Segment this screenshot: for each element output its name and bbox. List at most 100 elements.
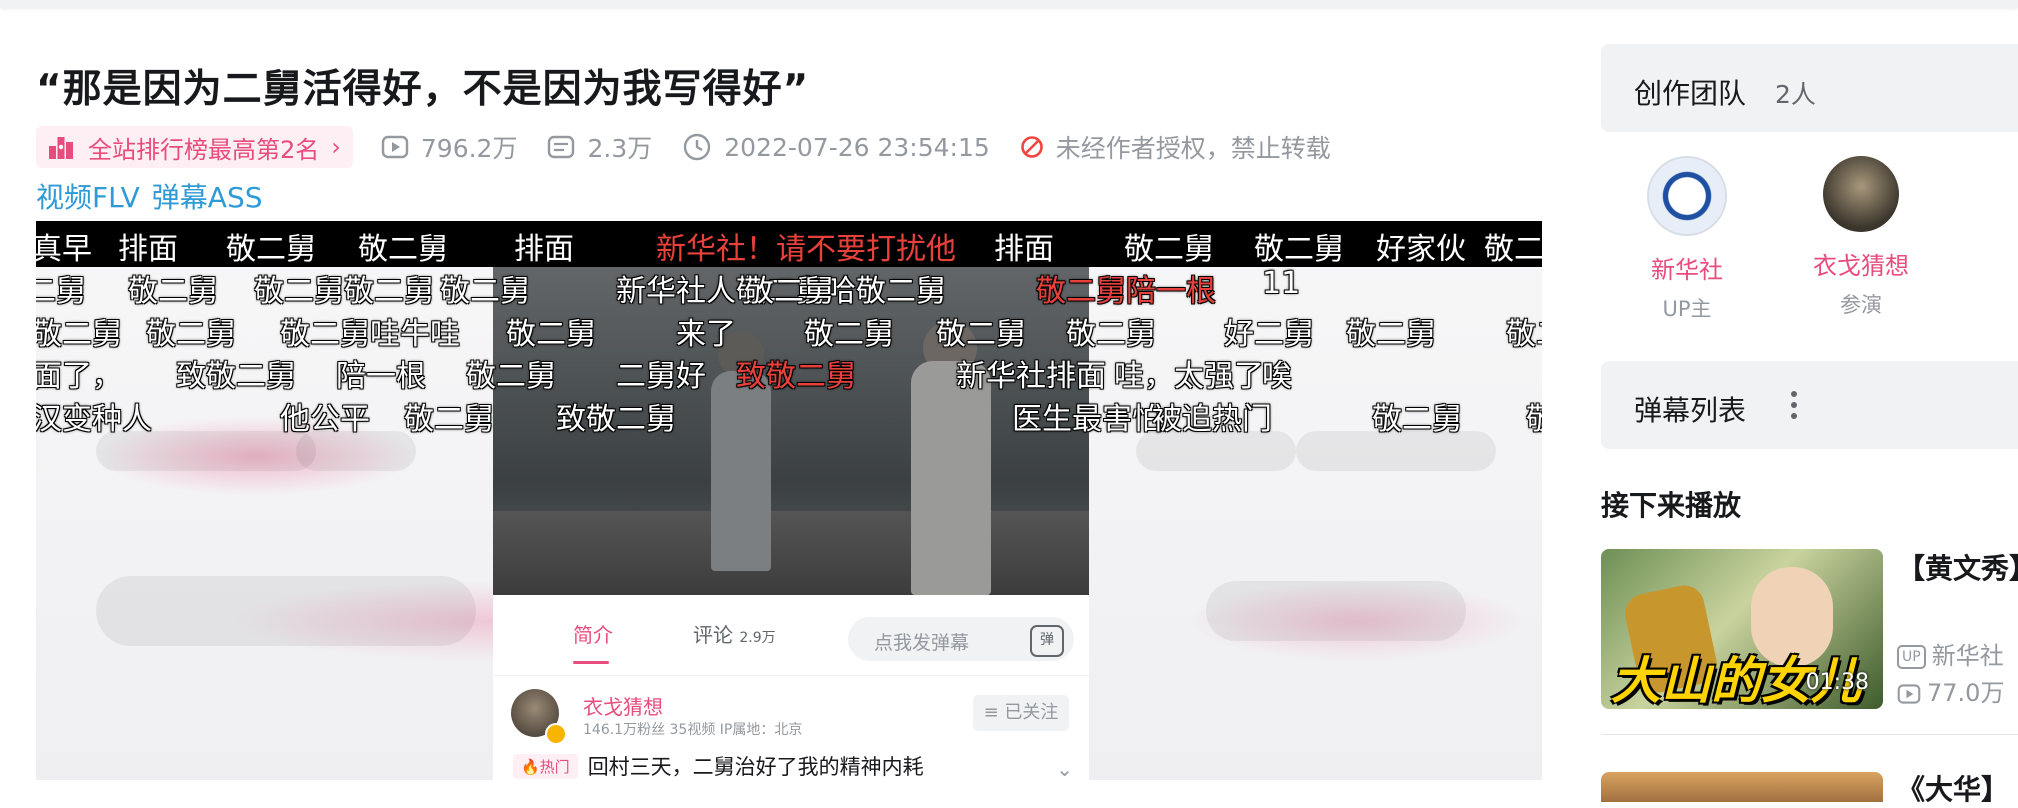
- danmaku-comment: 医生最害怕: [1012, 402, 1162, 437]
- danmaku-comment: 敬二舅: [1254, 232, 1344, 267]
- stone-steps: [493, 511, 1089, 595]
- danmaku-list-panel[interactable]: 弹幕列表: [1601, 361, 2018, 449]
- danmaku-comment: 致敬二舅: [176, 359, 296, 394]
- danmaku-comment: 敬二舅: [804, 317, 894, 352]
- author-row: 衣戈猜想 146.1万粉丝 35视频 IP属地：北京 ≡ 已关注: [493, 675, 1089, 751]
- video-title: “那是因为二舅活得好，不是因为我写得好”: [36, 67, 810, 112]
- danmaku-comment: 敬二舅: [226, 232, 316, 267]
- creator-team-panel: 创作团队 2人: [1601, 44, 2018, 132]
- danmaku-comment: 被追热门: [1152, 402, 1272, 437]
- danmaku-comment: 敬二舅: [404, 402, 494, 437]
- verified-badge-icon: [545, 723, 567, 745]
- clock-icon: [684, 133, 711, 161]
- danmaku-comment: 敬二舅: [466, 359, 556, 394]
- danmaku-input[interactable]: 点我发弹幕 弹: [848, 617, 1074, 661]
- danmaku-comment: 面了，: [36, 359, 122, 394]
- member-role: UP主: [1662, 297, 1712, 321]
- video-thumbnail[interactable]: 大山的女儿 01:38: [1601, 549, 1883, 709]
- blur-shape: [1206, 581, 1466, 641]
- person-figure: [711, 371, 771, 571]
- download-ass-link[interactable]: 弹幕ASS: [152, 181, 263, 214]
- next-video-title[interactable]: 【黄文秀】到底该有: [1897, 549, 2018, 589]
- danmaku-comment: 敬二舅: [1372, 402, 1462, 437]
- danmaku-toggle-icon[interactable]: 弹: [1030, 625, 1064, 657]
- tab-comments[interactable]: 评论 2.9万: [693, 619, 776, 648]
- danmaku-comment: 敬二舅: [506, 317, 596, 352]
- danmaku-comment: 敬二舅: [744, 274, 834, 309]
- more-options-icon[interactable]: [1791, 391, 1797, 424]
- creator-team-title: 创作团队: [1634, 77, 1747, 110]
- video-meta: 全站排行榜最高第2名 › 796.2万 2.3万 2022-07-26 23:5…: [36, 126, 1361, 168]
- danmaku-list-title: 弹幕列表: [1634, 394, 1747, 427]
- creator-team-count: 2人: [1775, 80, 1816, 109]
- next-video-title-2[interactable]: 《大华】: [1897, 768, 2009, 808]
- danmaku-comment: 致敬二舅: [736, 359, 856, 394]
- xinhua-logo-icon: [1647, 156, 1727, 236]
- danmaku-comment: 陪一根: [336, 359, 426, 394]
- next-video-card[interactable]: 大山的女儿 01:38 【黄文秀】到底该有 UP新华社 77.0万: [1601, 549, 2018, 709]
- member-name: 衣戈猜想: [1813, 252, 1909, 280]
- active-tab-indicator: [573, 661, 609, 664]
- danmaku-comment: 敬: [1526, 402, 1542, 437]
- danmaku-comment: 陪一根: [1126, 274, 1216, 309]
- play-count-icon: [381, 135, 409, 159]
- hot-tag: 🔥热门: [513, 753, 578, 779]
- danmaku-comment: 敬二舅: [358, 232, 448, 267]
- phone-video-title: 回村三天，二舅治好了我的精神内耗: [587, 755, 924, 779]
- danmaku-comment: 排面: [514, 232, 574, 267]
- hot-title-row: 🔥热门 回村三天，二舅治好了我的精神内耗 ⌄: [513, 751, 1073, 780]
- danmaku-comment: 敬二舅哇牛哇: [280, 317, 460, 352]
- danmaku-comment: 排面: [118, 232, 178, 267]
- ranking-icon: [49, 137, 73, 159]
- danmaku-comment: 好家伙: [1376, 232, 1466, 267]
- phone-tabs: 简介 评论 2.9万 点我发弹幕 弹: [493, 595, 1089, 676]
- team-member[interactable]: 衣戈猜想 参演: [1801, 156, 1921, 319]
- danmaku-comment: 他公平: [280, 402, 370, 437]
- person-figure: [911, 361, 991, 595]
- danmaku-comment: 汉变种人: [36, 402, 152, 437]
- top-nav-bar: [0, 0, 2018, 8]
- forbidden-icon: [1020, 136, 1043, 158]
- download-flv-link[interactable]: 视频FLV: [36, 181, 140, 214]
- danmaku-comment: 敬二: [1484, 232, 1542, 267]
- rank-badge[interactable]: 全站排行榜最高第2名 ›: [36, 126, 353, 168]
- danmaku-comment: 排面: [994, 232, 1054, 267]
- danmaku-comment: 唉: [1262, 359, 1292, 394]
- tab-intro[interactable]: 简介: [573, 619, 613, 648]
- danmaku-comment: 新华社排面: [956, 359, 1106, 394]
- danmaku-comment: 敬二舅: [1036, 274, 1126, 309]
- play-count-icon: [1897, 684, 1921, 704]
- danmaku-comment: 二舅: [36, 274, 86, 309]
- danmaku-comment: 哇，太强了: [1114, 359, 1264, 394]
- danmaku-icon: [548, 135, 575, 159]
- danmaku-comment: 敬二舅: [1066, 317, 1156, 352]
- member-role: 参演: [1840, 293, 1882, 317]
- danmaku-comment: 致敬二舅: [556, 402, 676, 437]
- danmaku-comment: 敬二舅: [1506, 317, 1542, 352]
- member-avatar: [1823, 156, 1899, 232]
- author-name[interactable]: 衣戈猜想: [583, 691, 663, 720]
- divider: [1601, 734, 2018, 735]
- danmaku-comment: 敬二舅: [36, 317, 122, 352]
- danmaku-comment: 来了: [676, 317, 736, 352]
- copyright-notice: 未经作者授权，禁止转载: [1020, 129, 1331, 165]
- chevron-right-icon: ›: [331, 133, 341, 161]
- view-count: 796.2万: [381, 129, 517, 165]
- danmaku-comment: 敬二舅敬二舅: [254, 274, 434, 309]
- next-video-thumbnail-2[interactable]: [1601, 772, 1883, 802]
- danmaku-comment: 敬二舅: [128, 274, 218, 309]
- danmaku-comment: 敬二舅: [1124, 232, 1214, 267]
- danmaku-count: 2.3万: [547, 129, 652, 165]
- danmaku-comment: 二舅好: [616, 359, 706, 394]
- next-video-up[interactable]: UP 新华社: [1897, 636, 2004, 671]
- danmaku-comment: 敬二舅: [146, 317, 236, 352]
- follow-button[interactable]: ≡ 已关注: [973, 695, 1069, 731]
- team-member[interactable]: 新华社 UP主: [1627, 156, 1747, 323]
- up-icon: UP: [1897, 645, 1926, 669]
- chevron-down-icon[interactable]: ⌄: [1056, 757, 1073, 780]
- author-stats: 146.1万粉丝 35视频 IP属地：北京: [583, 722, 803, 738]
- video-player[interactable]: 简介 评论 2.9万 点我发弹幕 弹 衣戈猜想 146.1万粉丝 35视频 IP…: [36, 221, 1542, 780]
- rank-badge-label: 全站排行榜最高第2名: [88, 135, 320, 164]
- download-links: 视频FLV 弹幕ASS: [36, 176, 275, 216]
- danmaku-comment: 新华社！请不要打扰他: [656, 232, 956, 267]
